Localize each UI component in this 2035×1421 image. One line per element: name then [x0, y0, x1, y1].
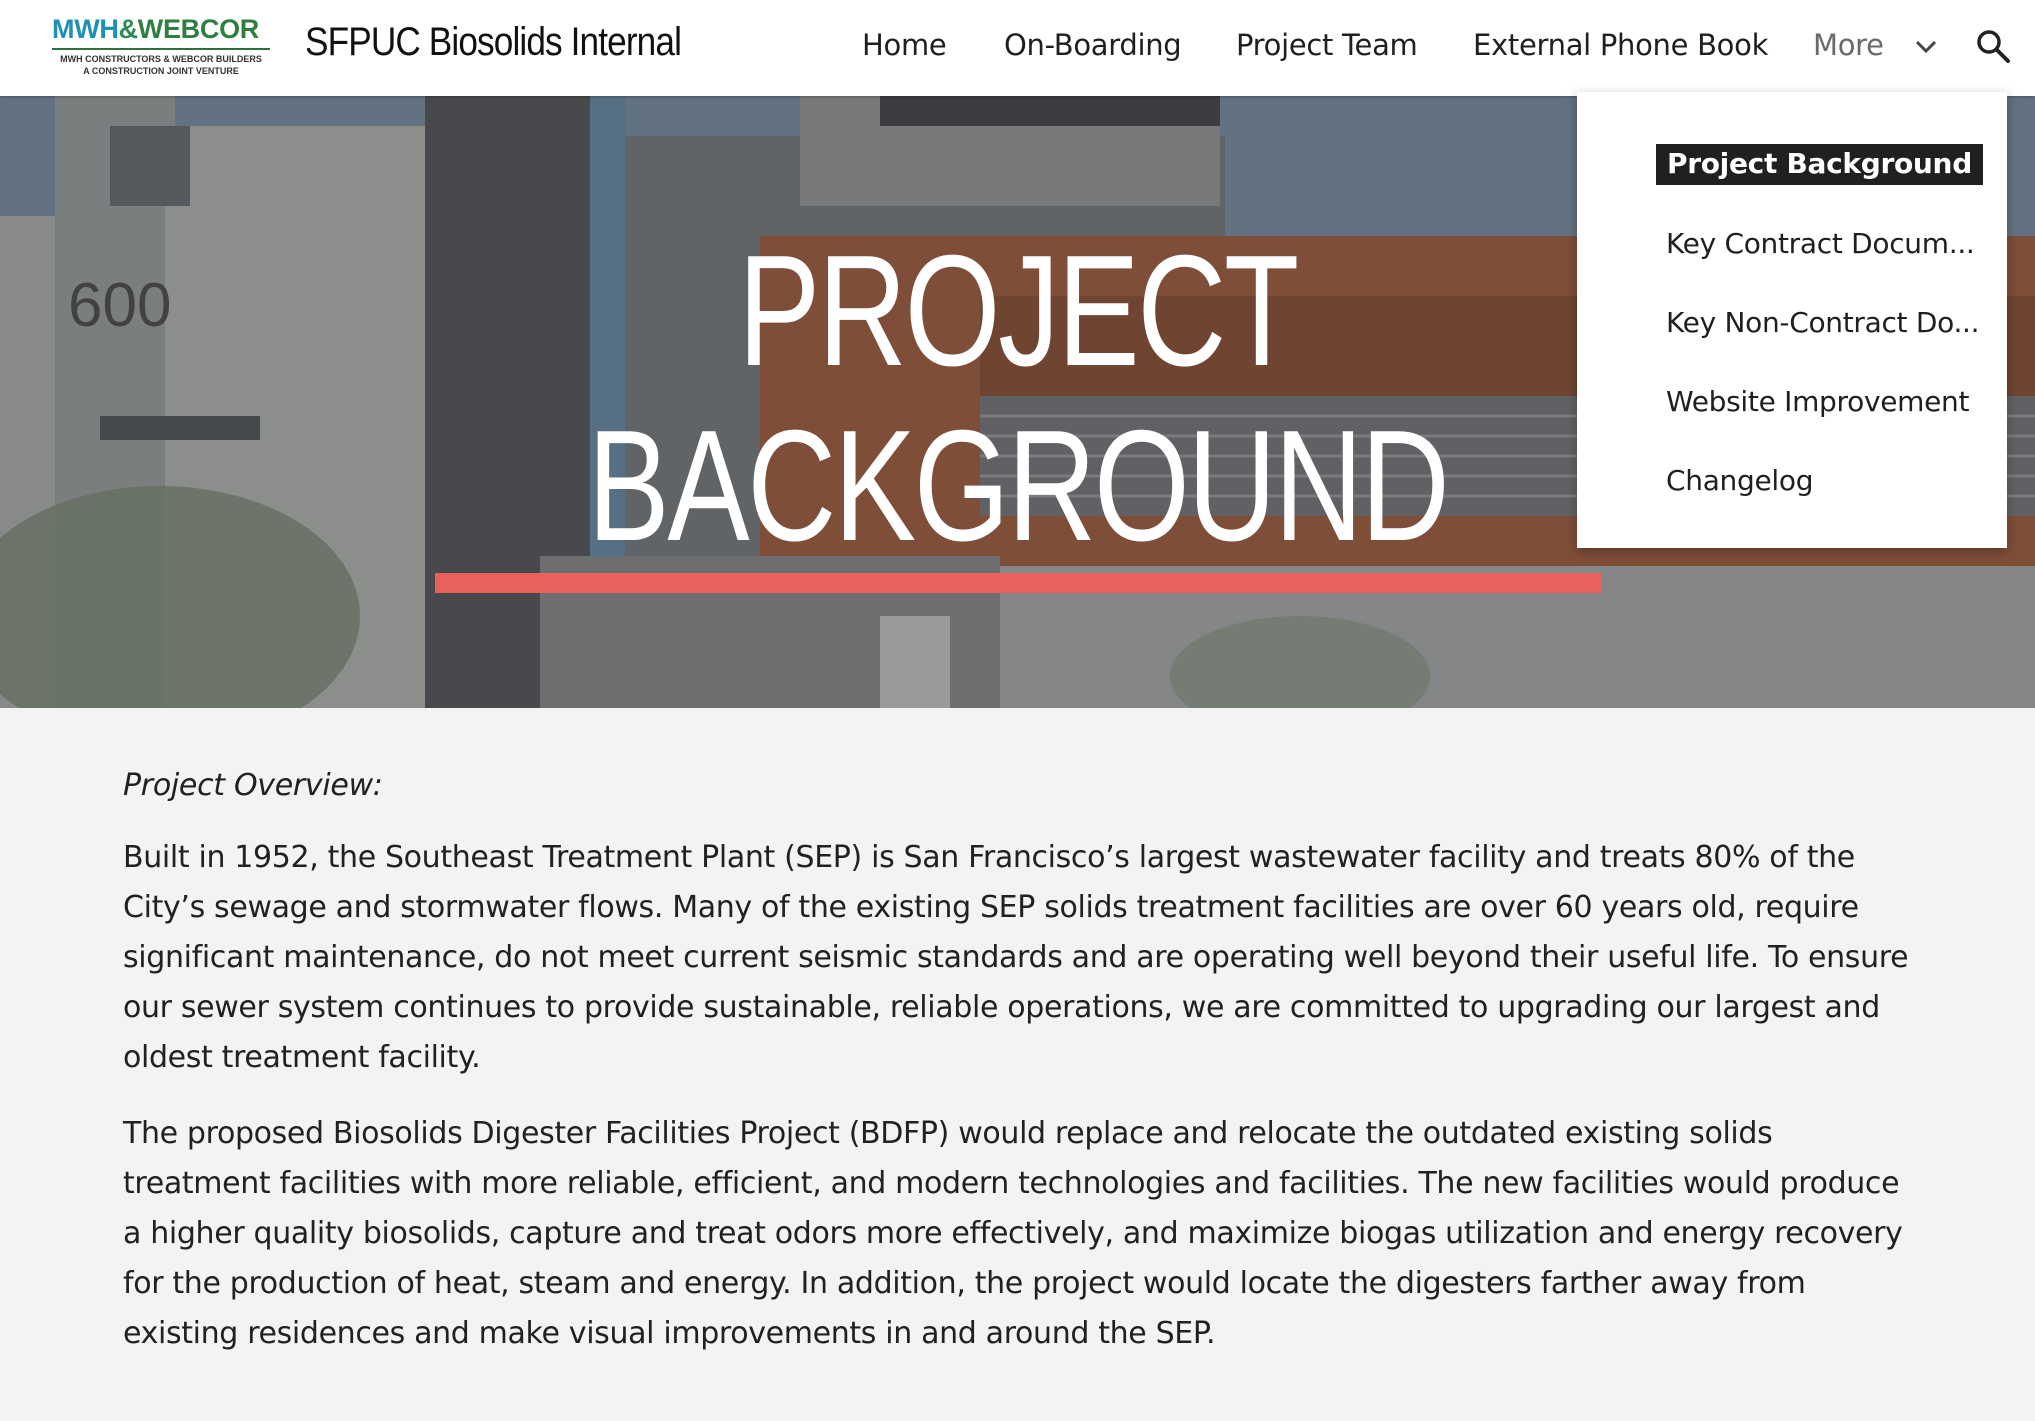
nav-project-team[interactable]: Project Team [1236, 28, 1418, 62]
nav-home[interactable]: Home [862, 28, 947, 62]
site-title[interactable]: SFPUC Biosolids Internal [305, 20, 682, 65]
site-header: MWH&WEBCOR MWH CONSTRUCTORS & WEBCOR BUI… [0, 0, 2035, 96]
menu-item-key-contract-documents[interactable]: Key Contract Docum... [1666, 227, 1975, 260]
logo-divider [52, 48, 270, 50]
hero-title-line1: PROJECT [738, 223, 1299, 399]
overview-paragraph-2: The proposed Biosolids Digester Faciliti… [123, 1116, 1903, 1351]
main-content: Project Overview: Built in 1952, the Sou… [123, 768, 1923, 1385]
menu-item-website-improvement[interactable]: Website Improvement [1666, 385, 1969, 418]
project-overview-heading: Project Overview: [123, 768, 383, 803]
overview-paragraph-1: Built in 1952, the Southeast Treatment P… [123, 840, 1909, 1075]
site-logo[interactable]: MWH&WEBCOR MWH CONSTRUCTORS & WEBCOR BUI… [50, 14, 275, 80]
menu-item-key-non-contract-documents[interactable]: Key Non-Contract Do... [1666, 306, 1980, 339]
logo-ampersand: & [118, 14, 139, 44]
chevron-down-icon[interactable] [1915, 40, 1937, 54]
nav-on-boarding[interactable]: On-Boarding [1004, 28, 1182, 62]
search-icon[interactable] [1975, 28, 2011, 64]
logo-subtitle-2: A CONSTRUCTION JOINT VENTURE [83, 66, 239, 76]
logo-subtitle-1: MWH CONSTRUCTORS & WEBCOR BUILDERS [60, 54, 262, 64]
logo-webcor: WEBCOR [137, 14, 260, 44]
nav-external-phone-book[interactable]: External Phone Book [1473, 28, 1768, 62]
logo-mwh: MWH [52, 14, 119, 44]
logo-wordmark: MWH&WEBCOR [52, 14, 259, 45]
nav-more[interactable]: More [1813, 28, 1884, 62]
hero-accent-rule [435, 573, 1602, 593]
menu-item-changelog[interactable]: Changelog [1666, 464, 1813, 497]
more-dropdown-menu: Project Background Key Contract Docum...… [1577, 92, 2007, 548]
hero-title-line2: BACKGROUND [587, 398, 1450, 574]
menu-item-project-background[interactable]: Project Background [1656, 144, 1983, 185]
